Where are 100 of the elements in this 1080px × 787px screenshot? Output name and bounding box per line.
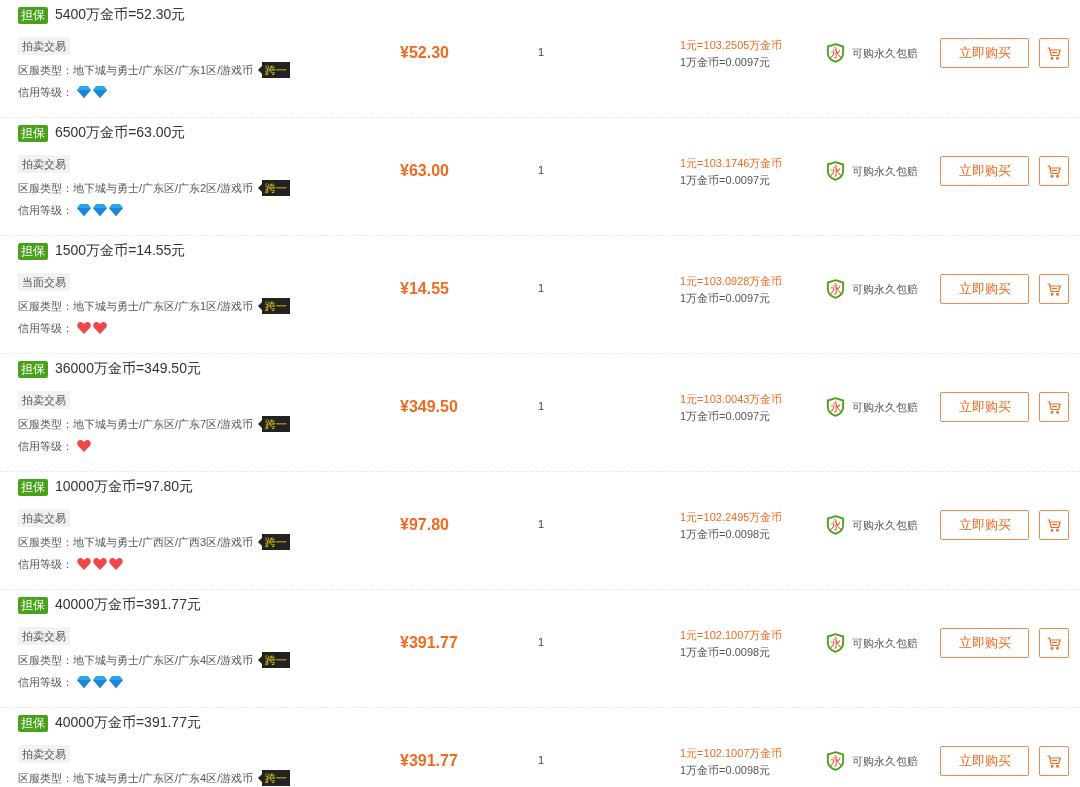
shield-badge: 永: [826, 515, 845, 535]
server-info: 区服类型：地下城与勇士/广东区/广东1区/游戏币: [18, 62, 254, 78]
server-info: 区服类型：地下城与勇士/广西区/广西3区/游戏币: [18, 534, 254, 550]
guarantee-text: 可购永久包赔: [852, 753, 918, 769]
shield-badge: 永: [826, 397, 845, 417]
server-info: 区服类型：地下城与勇士/广东区/广东4区/游戏币: [18, 652, 254, 668]
add-to-cart-button[interactable]: [1039, 746, 1069, 776]
price: ¥349.50: [400, 398, 458, 416]
shield-badge: 永: [826, 161, 845, 181]
quantity: 1: [538, 282, 545, 294]
diamond-icon: [77, 86, 91, 98]
unit-price: 1万金币=0.0097元: [680, 291, 771, 306]
price: ¥391.77: [400, 634, 458, 652]
heart-icon: [109, 558, 123, 570]
add-to-cart-button[interactable]: [1039, 156, 1069, 186]
heart-icon: [77, 558, 91, 570]
add-to-cart-button[interactable]: [1039, 628, 1069, 658]
guarantee-text: 可购永久包赔: [852, 45, 918, 61]
guarantee-text: 可购永久包赔: [852, 163, 918, 179]
diamond-icon: [77, 676, 91, 688]
server-info: 区服类型：地下城与勇士/广东区/广东1区/游戏币: [18, 298, 254, 314]
escrow-badge: 担保: [18, 596, 48, 614]
cart-icon: [1047, 282, 1061, 296]
trade-type-tag: 拍卖交易: [18, 155, 70, 173]
exchange-ratio: 1元=102.1007万金币: [680, 628, 783, 643]
listing-title[interactable]: 5400万金币=52.30元: [55, 6, 186, 24]
heart-icon: [77, 322, 91, 334]
unit-price: 1万金币=0.0097元: [680, 409, 771, 424]
trade-type-tag: 拍卖交易: [18, 627, 70, 645]
heart-icon: [93, 322, 107, 334]
quantity: 1: [538, 636, 545, 648]
price: ¥63.00: [400, 162, 449, 180]
add-to-cart-button[interactable]: [1039, 274, 1069, 304]
server-info: 区服类型：地下城与勇士/广东区/广东4区/游戏币: [18, 770, 254, 786]
credit-label: 信用等级：: [18, 320, 73, 336]
credit-label: 信用等级：: [18, 556, 73, 572]
unit-price: 1万金币=0.0097元: [680, 55, 771, 70]
diamond-icon: [93, 86, 107, 98]
add-to-cart-button[interactable]: [1039, 38, 1069, 68]
trade-type-tag: 拍卖交易: [18, 745, 70, 763]
escrow-badge: 担保: [18, 124, 48, 142]
exchange-ratio: 1元=103.0928万金币: [680, 274, 783, 289]
unit-price: 1万金币=0.0098元: [680, 527, 771, 542]
listing-title[interactable]: 40000万金币=391.77元: [55, 714, 201, 732]
listing-title[interactable]: 1500万金币=14.55元: [55, 242, 186, 260]
listing-title[interactable]: 40000万金币=391.77元: [55, 596, 201, 614]
cart-icon: [1047, 46, 1061, 60]
diamond-icon: [93, 676, 107, 688]
guarantee-text: 可购永久包赔: [852, 399, 918, 415]
escrow-badge: 担保: [18, 360, 48, 378]
guarantee-text: 可购永久包赔: [852, 281, 918, 297]
unit-price: 1万金币=0.0098元: [680, 645, 771, 660]
credit-label: 信用等级：: [18, 84, 73, 100]
escrow-badge: 担保: [18, 714, 48, 732]
heart-icon: [93, 558, 107, 570]
exchange-ratio: 1元=103.0043万金币: [680, 392, 783, 407]
quantity: 1: [538, 164, 545, 176]
trade-type-tag: 当面交易: [18, 273, 70, 291]
cart-icon: [1047, 636, 1061, 650]
cart-icon: [1047, 164, 1061, 178]
price: ¥52.30: [400, 44, 449, 62]
listing-title[interactable]: 36000万金币=349.50元: [55, 360, 201, 378]
server-info: 区服类型：地下城与勇士/广东区/广东7区/游戏币: [18, 416, 254, 432]
server-info: 区服类型：地下城与勇士/广东区/广东2区/游戏币: [18, 180, 254, 196]
cart-icon: [1047, 518, 1061, 532]
cart-icon: [1047, 754, 1061, 768]
exchange-ratio: 1元=103.1746万金币: [680, 156, 783, 171]
quantity: 1: [538, 46, 545, 58]
trade-type-tag: 拍卖交易: [18, 509, 70, 527]
exchange-ratio: 1元=103.2505万金币: [680, 38, 783, 53]
shield-badge: 永: [826, 43, 845, 63]
trade-type-tag: 拍卖交易: [18, 391, 70, 409]
unit-price: 1万金币=0.0098元: [680, 763, 771, 778]
add-to-cart-button[interactable]: [1039, 392, 1069, 422]
diamond-icon: [109, 204, 123, 216]
exchange-ratio: 1元=102.1007万金币: [680, 746, 783, 761]
cart-icon: [1047, 400, 1061, 414]
diamond-icon: [93, 204, 107, 216]
escrow-badge: 担保: [18, 6, 48, 24]
price: ¥97.80: [400, 516, 449, 534]
guarantee-text: 可购永久包赔: [852, 517, 918, 533]
quantity: 1: [538, 518, 545, 530]
credit-label: 信用等级：: [18, 438, 73, 454]
shield-badge: 永: [826, 751, 845, 771]
add-to-cart-button[interactable]: [1039, 510, 1069, 540]
listing-title[interactable]: 6500万金币=63.00元: [55, 124, 186, 142]
diamond-icon: [77, 204, 91, 216]
quantity: 1: [538, 400, 545, 412]
unit-price: 1万金币=0.0097元: [680, 173, 771, 188]
escrow-badge: 担保: [18, 478, 48, 496]
price: ¥391.77: [400, 752, 458, 770]
listing-title[interactable]: 10000万金币=97.80元: [55, 478, 194, 496]
quantity: 1: [538, 754, 545, 766]
credit-label: 信用等级：: [18, 202, 73, 218]
credit-label: 信用等级：: [18, 674, 73, 690]
diamond-icon: [109, 676, 123, 688]
shield-badge: 永: [826, 633, 845, 653]
exchange-ratio: 1元=102.2495万金币: [680, 510, 783, 525]
guarantee-text: 可购永久包赔: [852, 635, 918, 651]
escrow-badge: 担保: [18, 242, 48, 260]
